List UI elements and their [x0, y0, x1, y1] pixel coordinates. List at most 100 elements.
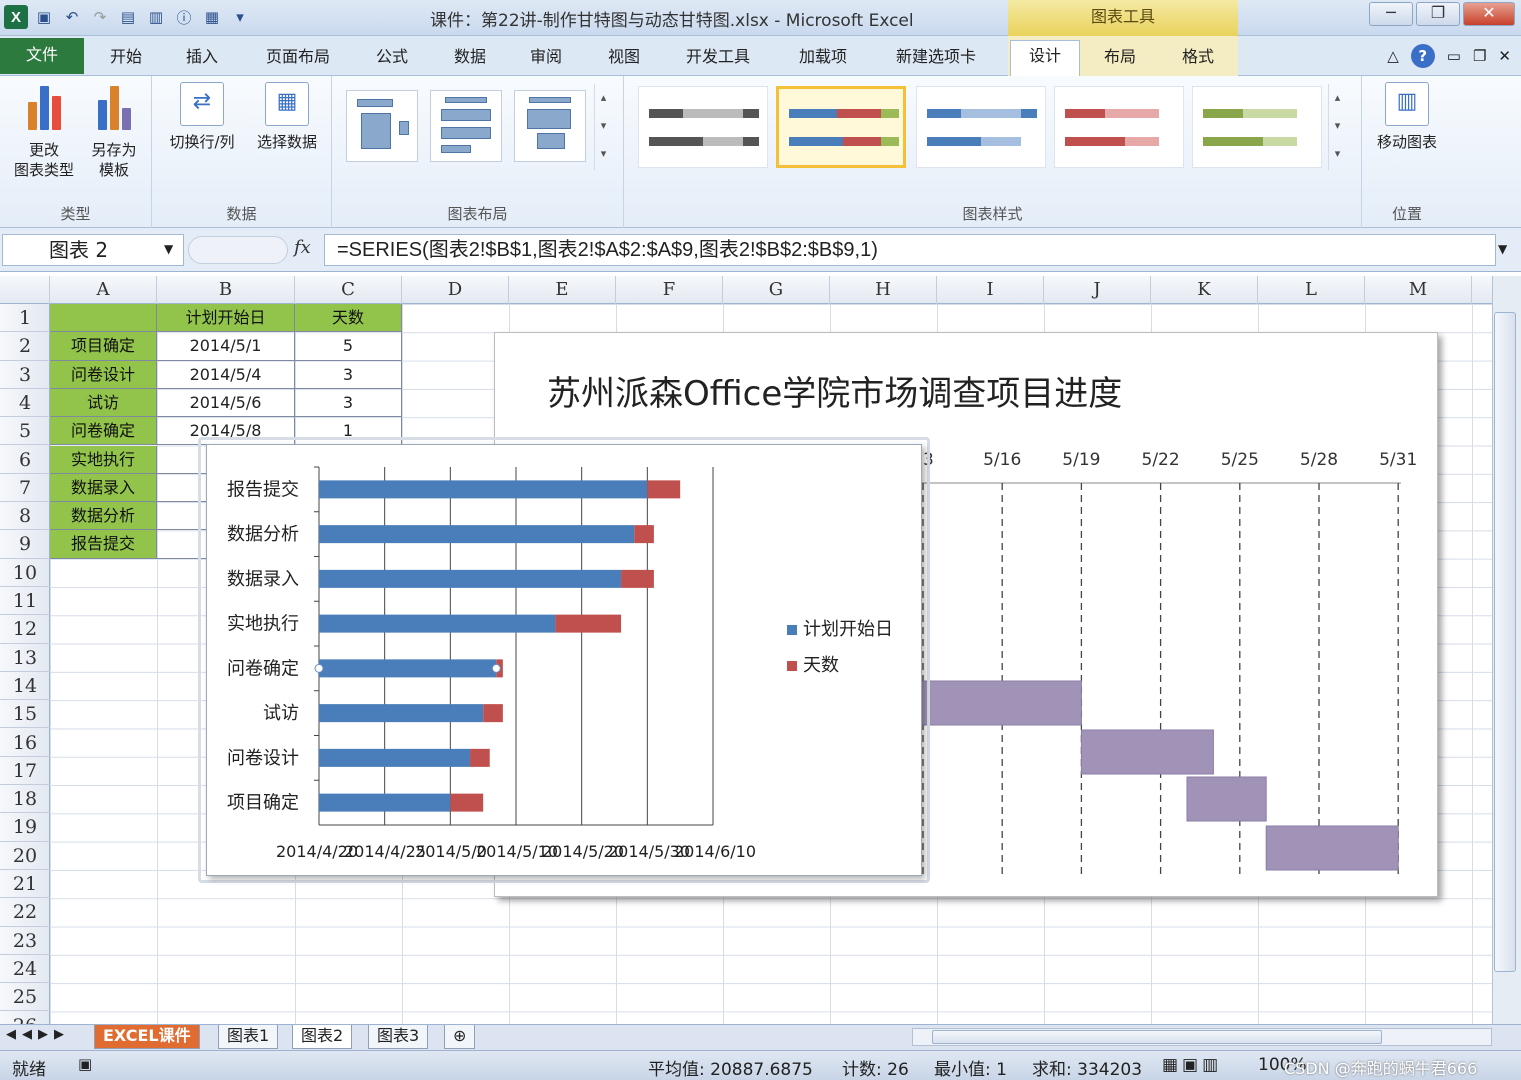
column-header[interactable]: J [1044, 276, 1151, 304]
style-option-1[interactable] [638, 86, 768, 168]
row-header[interactable]: 18 [0, 785, 50, 814]
row-header[interactable]: 8 [0, 502, 50, 531]
style-option-2-selected[interactable] [776, 86, 906, 168]
row-header[interactable]: 25 [0, 983, 50, 1012]
column-header[interactable]: I [937, 276, 1044, 304]
table-cell[interactable]: 5 [295, 332, 402, 361]
column-header[interactable]: C [295, 276, 402, 304]
table-cell[interactable]: 3 [295, 388, 402, 418]
minimize-ribbon-icon[interactable]: △ [1387, 47, 1399, 65]
style-option-5[interactable] [1192, 86, 1322, 168]
column-header[interactable]: G [723, 276, 830, 304]
column-header[interactable]: F [616, 276, 723, 304]
form-icon[interactable]: ▤ [116, 5, 140, 29]
tab-data[interactable]: 数据 [444, 42, 496, 76]
table-cell[interactable]: 试访 [50, 388, 157, 418]
tab-chart-layout[interactable]: 布局 [1092, 42, 1148, 76]
row-header[interactable]: 21 [0, 870, 50, 899]
table-cell[interactable]: 项目确定 [50, 332, 157, 361]
style-option-4[interactable] [1054, 86, 1184, 168]
row-header[interactable]: 3 [0, 361, 50, 389]
tab-formulas[interactable]: 公式 [366, 42, 418, 76]
sheet-tab-excel[interactable]: EXCEL课件 [94, 1025, 200, 1049]
row-header[interactable]: 16 [0, 729, 50, 757]
row-header[interactable]: 13 [0, 644, 50, 672]
row-header[interactable]: 5 [0, 417, 50, 446]
table-header-cell[interactable] [50, 304, 157, 333]
sheet-tab-chart1[interactable]: 图表1 [218, 1025, 279, 1049]
table-cell[interactable]: 实地执行 [50, 445, 157, 474]
doc-restore-icon[interactable]: ❐ [1473, 47, 1486, 65]
save-icon[interactable]: ▣ [32, 5, 56, 29]
column-header[interactable]: L [1258, 276, 1365, 304]
row-header[interactable]: 17 [0, 757, 50, 786]
row-header[interactable]: 6 [0, 446, 50, 474]
info-icon[interactable]: ⓘ [172, 5, 196, 29]
row-header[interactable]: 20 [0, 842, 50, 870]
row-header[interactable]: 7 [0, 474, 50, 503]
row-header[interactable]: 11 [0, 587, 50, 616]
table-cell[interactable]: 问卷设计 [50, 360, 157, 389]
close-icon[interactable]: ✕ [1463, 2, 1515, 26]
tab-new[interactable]: 新建选项卡 [884, 42, 988, 76]
stacked-bar-chart[interactable]: 报告提交 数据分析 数据录入 实地执行 问卷确定 试访 问卷设计 项目确定 2014/4/20 2… [206, 444, 922, 876]
print-icon[interactable]: ▥ [144, 5, 168, 29]
formula-input[interactable]: =SERIES(图表2!$B$1,图表2!$A$2:$A$9,图表2!$B$2:… [324, 234, 1496, 266]
row-header[interactable]: 19 [0, 813, 50, 842]
minimize-icon[interactable]: ─ [1369, 2, 1413, 26]
name-box-dropdown-icon[interactable]: ▼ [164, 242, 173, 256]
redo-icon[interactable]: ↷ [88, 5, 112, 29]
restore-icon[interactable]: ❐ [1416, 2, 1460, 26]
column-header[interactable]: B [157, 276, 295, 304]
row-header[interactable]: 10 [0, 559, 50, 587]
column-header[interactable]: A [50, 276, 157, 304]
switch-row-column-button[interactable]: ⇄ 切换行/列 [160, 82, 244, 152]
row-header[interactable]: 9 [0, 530, 50, 559]
table-cell[interactable]: 2014/5/1 [157, 332, 295, 361]
table-header-cell[interactable]: 计划开始日 [157, 304, 295, 333]
select-data-button[interactable]: ▦ 选择数据 [246, 82, 328, 152]
row-header[interactable]: 2 [0, 332, 50, 361]
style-option-3[interactable] [916, 86, 1046, 168]
layout-option-2[interactable] [430, 90, 502, 162]
excel-logo-icon[interactable]: X [4, 5, 28, 29]
column-header[interactable]: E [509, 276, 616, 304]
column-header[interactable]: H [830, 276, 937, 304]
view-mode-icons[interactable]: ▦▣▥ [1162, 1055, 1222, 1075]
row-header[interactable]: 15 [0, 700, 50, 729]
table-header-cell[interactable]: 天数 [295, 304, 402, 333]
table-cell[interactable]: 数据录入 [50, 473, 157, 503]
vertical-scroll-thumb[interactable] [1494, 312, 1516, 972]
table-cell[interactable]: 报告提交 [50, 530, 157, 559]
insert-sheet-icon[interactable]: ⊕ [444, 1025, 476, 1049]
doc-close-icon[interactable]: ✕ [1498, 47, 1511, 65]
macro-record-icon[interactable]: ▣ [78, 1055, 92, 1073]
row-header[interactable]: 23 [0, 927, 50, 955]
sheet-tab-chart3[interactable]: 图表3 [368, 1025, 429, 1049]
sheet-tab-chart2[interactable]: 图表2 [292, 1025, 353, 1049]
table-cell[interactable]: 数据分析 [50, 502, 157, 531]
layout-gallery-scroll[interactable]: ▴ ▾ ▾ [594, 84, 612, 170]
tab-page-layout[interactable]: 页面布局 [256, 42, 340, 76]
table-cell[interactable]: 3 [295, 360, 402, 389]
row-header[interactable]: 14 [0, 672, 50, 701]
sheet-nav-icons[interactable]: ◀◀▶▶ [6, 1027, 70, 1042]
table-cell[interactable]: 2014/5/4 [157, 360, 295, 389]
expand-formula-bar-icon[interactable]: ▼ [1498, 242, 1507, 256]
tab-home[interactable]: 开始 [100, 42, 152, 76]
tab-insert[interactable]: 插入 [176, 42, 228, 76]
style-gallery-scroll[interactable]: ▴ ▾ ▾ [1328, 84, 1346, 170]
select-all-corner[interactable] [0, 276, 50, 304]
row-header[interactable]: 22 [0, 898, 50, 927]
tab-addins[interactable]: 加载项 [788, 42, 858, 76]
row-header[interactable]: 12 [0, 615, 50, 644]
tab-view[interactable]: 视图 [598, 42, 650, 76]
row-header[interactable]: 1 [0, 304, 50, 333]
doc-minimize-icon[interactable]: ▭ [1447, 47, 1461, 65]
tab-review[interactable]: 审阅 [520, 42, 572, 76]
table-cell[interactable]: 问卷确定 [50, 417, 157, 446]
column-header[interactable]: M [1365, 276, 1472, 304]
save-as-template-button[interactable]: 另存为 模板 [82, 82, 146, 180]
row-header[interactable]: 24 [0, 955, 50, 984]
change-chart-type-button[interactable]: 更改 图表类型 [6, 82, 82, 180]
